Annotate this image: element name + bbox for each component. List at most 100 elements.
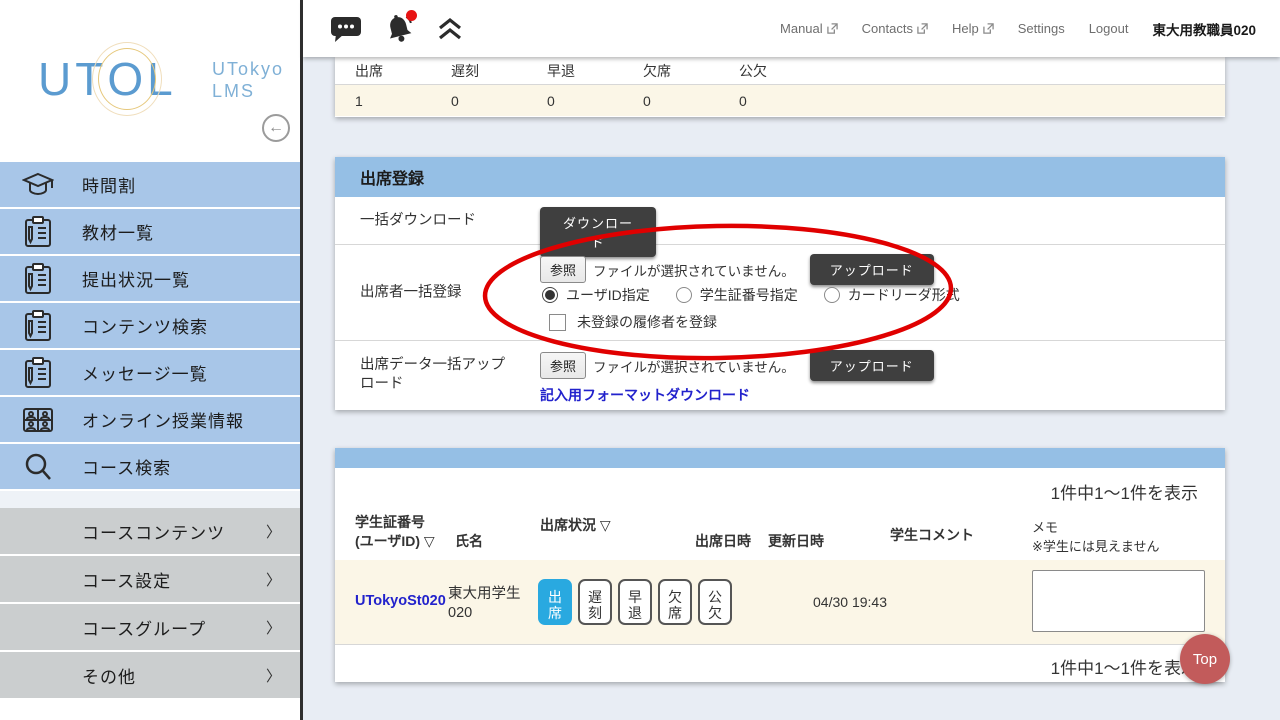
status-button-group: 出席 遅刻 早退 欠席 公欠 [538,579,732,625]
summary-value-absent: 0 [643,92,651,109]
topbar: Manual Contacts Help Settings Logout 東大用… [303,0,1280,57]
sidebar-item-label: コースコンテンツ [82,523,226,543]
sidebar-item-others[interactable]: その他 〉 [0,652,300,700]
sidebar-collapse-button[interactable]: ← [262,114,290,142]
table-footer: 1件中1〜1件を表示 [335,644,1225,682]
scroll-to-top-button[interactable]: Top [1180,634,1230,684]
online-class-icon [20,402,56,438]
search-icon [20,449,56,485]
browse-file-button[interactable]: 参照 [540,352,587,379]
sidebar-item-course-group[interactable]: コースグループ 〉 [0,604,300,652]
sidebar-item-online-class[interactable]: オンライン授業情報 [0,397,300,444]
radio-card-reader[interactable]: カードリーダ形式 [823,285,960,305]
external-link-icon [917,23,928,34]
page-root: UTOL UTokyo LMS ← 時間割 教材一覧 提出状況一覧 コンテンツ検… [0,0,1280,720]
column-header-status[interactable]: 出席状況 ▽ [540,516,611,535]
nav-label: Contacts [861,21,913,36]
current-user-label: 東大用教職員020 [1152,22,1256,38]
status-button-absent[interactable]: 欠席 [658,579,692,625]
summary-header-late: 遅刻 [451,62,479,79]
sidebar-item-content-search[interactable]: コンテンツ検索 [0,303,300,350]
no-file-selected-text: ファイルが選択されていません。 [593,359,795,375]
status-button-present[interactable]: 出席 [538,579,572,625]
status-button-early-leave[interactable]: 早退 [618,579,652,625]
attendance-summary-table: 出席 遅刻 早退 欠席 公欠 1 0 0 0 0 [335,57,1225,117]
nav-label: Logout [1088,21,1129,36]
sidebar-item-submission-status[interactable]: 提出状況一覧 [0,256,300,303]
radio-student-number[interactable]: 学生証番号指定 [675,285,798,305]
status-button-label: 遅刻 [588,588,602,621]
section-title: 出席登録 [335,157,1225,197]
summary-header-early-leave: 早退 [547,62,575,79]
sidebar-item-label: コース設定 [82,571,172,591]
attendance-detail-table: 1件中1〜1件を表示 学生証番号 (ユーザID) ▽ 氏名 出席状況 ▽ 出席日… [335,448,1225,682]
notification-bell-icon[interactable] [383,10,417,49]
nav-help-link[interactable]: Help [952,21,994,36]
sidebar-item-course-contents[interactable]: コースコンテンツ 〉 [0,508,300,556]
table-top-bar [335,448,1225,468]
column-header-student-id[interactable]: 学生証番号 (ユーザID) ▽ [355,513,435,551]
logo-subtitle: UTokyo LMS [212,58,284,102]
memo-textarea[interactable] [1032,570,1205,632]
nav-label: Settings [1017,21,1065,36]
radio-button-icon [675,287,692,303]
summary-value-late: 0 [451,92,459,109]
student-name: 東大用学生020 [448,586,521,621]
header-line: 学生証番号 [355,514,425,530]
sidebar-item-label: コースグループ [82,619,207,639]
radio-label: 学生証番号指定 [699,287,798,303]
attendee-bulk-register-row: 出席者一括登録 参照 ファイルが選択されていません。 アップロード ユーザID指… [335,245,1225,341]
browse-file-button[interactable]: 参照 [540,256,587,283]
chevron-right-icon: 〉 [266,619,282,637]
sidebar-section-gap [0,491,300,508]
sidebar-item-timetable[interactable]: 時間割 [0,162,300,209]
chat-icon[interactable] [331,15,361,47]
chevron-right-icon: 〉 [266,523,282,541]
collapse-up-icon[interactable] [437,17,463,46]
data-bulk-upload-row: 出席データ一括アップロード 参照 ファイルが選択されていません。 アップロード … [335,341,1225,409]
header-line-sort: (ユーザID) ▽ [355,533,435,549]
student-id-link[interactable]: UTokyoSt020 [355,593,446,609]
bulk-download-label: 一括ダウンロード [360,212,476,228]
logo-o-ring: O [92,42,162,116]
summary-value-excused: 0 [739,92,747,109]
status-button-label: 公欠 [708,588,722,621]
sidebar-item-label: 時間割 [82,177,136,196]
upload-button[interactable]: アップロード [809,254,934,285]
checkbox-label: 未登録の履修者を登録 [577,314,717,330]
bulk-download-row: 一括ダウンロード ダウンロード [335,197,1225,257]
nav-label: Manual [780,21,823,36]
radio-button-icon [542,287,558,303]
summary-value-row: 1 0 0 0 0 [335,85,1225,116]
column-header-attended-at: 出席日時 [695,533,751,549]
status-button-excused[interactable]: 公欠 [698,579,732,625]
clipboard-icon [20,261,56,297]
status-button-late[interactable]: 遅刻 [578,579,612,625]
register-unenrolled-checkbox[interactable]: 未登録の履修者を登録 [549,312,717,332]
nav-settings-link[interactable]: Settings [1018,21,1065,36]
logo-subtitle-line1: UTokyo [212,59,285,79]
nav-manual-link[interactable]: Manual [780,21,838,36]
header-line: メモ [1032,520,1059,535]
clipboard-icon [20,308,56,344]
sidebar-item-course-settings[interactable]: コース設定 〉 [0,556,300,604]
summary-header-excused: 公欠 [739,62,767,79]
external-link-icon [826,23,838,34]
nav-contacts-link[interactable]: Contacts [862,21,928,36]
attendee-bulk-label: 出席者一括登録 [360,284,462,300]
chevron-right-icon: 〉 [266,571,282,589]
updated-at-value: 04/30 19:43 [813,594,887,610]
sidebar-item-materials[interactable]: 教材一覧 [0,209,300,256]
sidebar-item-course-search[interactable]: コース検索 [0,444,300,491]
column-header-updated-at: 更新日時 [768,533,824,549]
sidebar-item-label: 提出状況一覧 [82,271,190,290]
radio-user-id[interactable]: ユーザID指定 [542,285,650,305]
nav-logout-link[interactable]: Logout [1089,21,1129,36]
summary-header-absent: 欠席 [643,62,671,79]
format-download-link[interactable]: 記入用フォーマットダウンロード [540,385,750,405]
summary-header-row: 出席 遅刻 早退 欠席 公欠 [335,57,1225,85]
no-file-selected-text: ファイルが選択されていません。 [593,263,795,279]
upload-button[interactable]: アップロード [809,350,934,381]
sidebar: UTOL UTokyo LMS ← 時間割 教材一覧 提出状況一覧 コンテンツ検… [0,0,300,720]
sidebar-item-messages[interactable]: メッセージ一覧 [0,350,300,397]
